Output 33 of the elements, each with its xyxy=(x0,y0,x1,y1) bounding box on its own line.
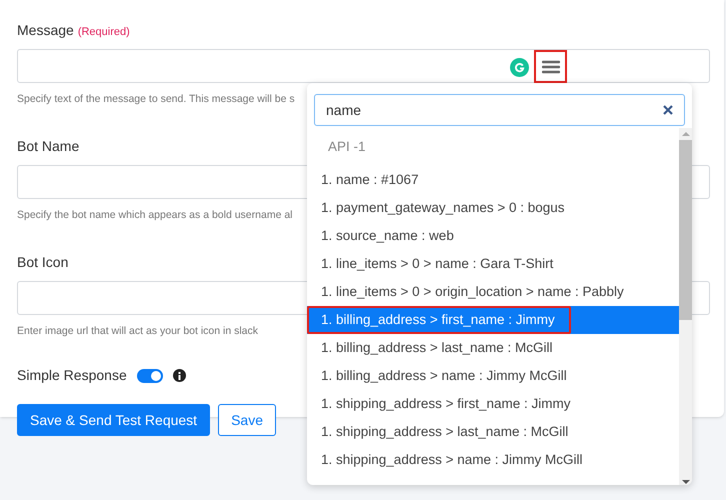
grammar-check-icon[interactable] xyxy=(510,58,529,77)
text-input[interactable] xyxy=(17,49,710,83)
list-item[interactable]: 1. name : #1067 xyxy=(307,166,679,194)
save-button[interactable]: Save xyxy=(218,404,276,436)
list-item[interactable]: 1. shipping_address > first_name : Jimmy xyxy=(307,390,679,418)
list-item[interactable]: 1. billing_address > last_name : McGill xyxy=(307,334,679,362)
list-item[interactable]: 1. billing_address > first_name : Jimmy xyxy=(307,306,679,334)
help-text: Enter image url that will act as your bot icon in slack xyxy=(17,324,258,338)
toggle-switch[interactable] xyxy=(136,368,163,383)
list-item[interactable]: 1. shipping_address > last_name : McGill xyxy=(307,418,679,446)
clear-icon[interactable] xyxy=(663,105,673,115)
field-label: Message xyxy=(17,21,74,40)
search-field[interactable]: name xyxy=(314,94,685,126)
list-item[interactable]: 1. billing_address > name : Jimmy McGill xyxy=(307,362,679,390)
field-label: Bot Icon xyxy=(17,252,68,272)
field-label: Bot Name xyxy=(17,136,80,156)
required-note: (Required) xyxy=(78,25,130,40)
group-header: API -1 xyxy=(327,138,367,156)
toggle-label: Simple Response xyxy=(17,366,127,386)
list-item[interactable]: 1. payment_gateway_names > 0 : bogus xyxy=(307,194,679,222)
scroll-down-icon[interactable] xyxy=(682,479,690,485)
list-item[interactable]: 1. source_name : web xyxy=(307,222,679,250)
menu-button[interactable] xyxy=(534,50,567,83)
scroll-up-icon[interactable] xyxy=(682,131,690,137)
list-item[interactable]: 1. shipping_address > name : Jimmy McGill xyxy=(307,446,679,474)
info-icon[interactable] xyxy=(172,369,186,382)
menu-icon xyxy=(542,60,560,74)
list-item[interactable]: 1. line_items > 0 > origin_location > name : Pabbly xyxy=(307,278,679,306)
help-text: Specify the bot name which appears as a bold username al xyxy=(17,208,292,223)
save-and-test-button[interactable]: Save & Send Test Request xyxy=(17,404,210,436)
list-item[interactable]: 1. line_items > 0 > name : Gara T-Shirt xyxy=(307,250,679,278)
scrollbar[interactable] xyxy=(679,128,692,485)
help-text: Specify text of the message to send. This message will be s xyxy=(17,92,295,107)
